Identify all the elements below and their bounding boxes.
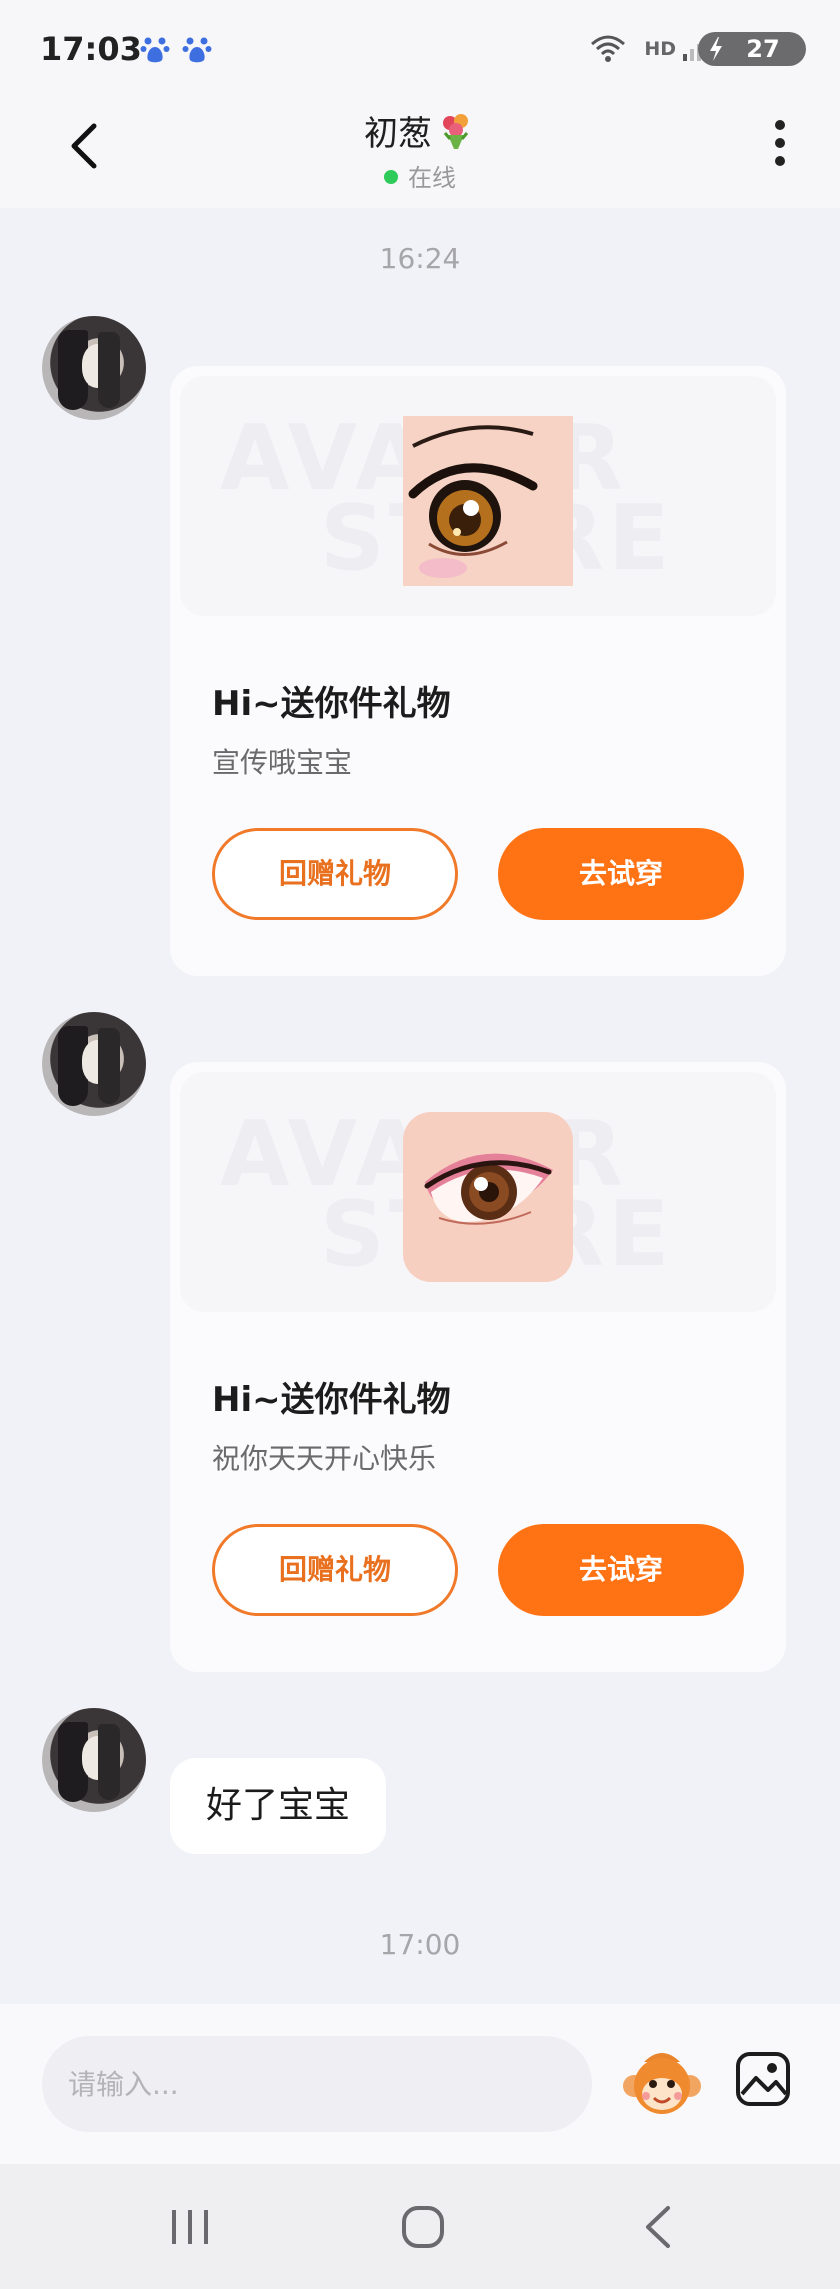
baidu-paw-icon	[182, 37, 212, 63]
recent-apps-icon[interactable]	[168, 2204, 212, 2248]
gift-message: 祝你天天开心快乐	[212, 1442, 437, 1475]
return-gift-button[interactable]: 回赠礼物	[212, 828, 458, 920]
anime-eye-gift-image	[403, 416, 573, 586]
monkey-sticker-icon[interactable]	[622, 2048, 702, 2120]
sender-avatar[interactable]	[42, 1012, 146, 1116]
status-icons: HD 27	[546, 30, 806, 70]
baidu-paw-icon	[140, 37, 170, 63]
try-on-button[interactable]: 去试穿	[498, 828, 744, 920]
network-label: HD	[644, 38, 676, 60]
more-options-icon[interactable]	[768, 120, 792, 176]
gift-preview: AVATAR STORE	[180, 376, 776, 616]
online-status: 在线	[0, 158, 840, 193]
pink-eyeshadow-gift-image	[403, 1112, 573, 1282]
gift-card[interactable]: AVATAR STORE Hi~送你件礼物 宣传哦宝宝 回赠礼物 去试穿	[170, 366, 786, 976]
gift-preview: AVATAR STORE	[180, 1072, 776, 1312]
gift-card[interactable]: AVATAR STORE Hi~送你件礼物 祝你天天开心快乐 回赠礼物 去试穿	[170, 1062, 786, 1672]
gift-message: 宣传哦宝宝	[212, 746, 353, 779]
message-input[interactable]	[42, 2036, 592, 2132]
sender-avatar[interactable]	[42, 316, 146, 420]
try-on-button[interactable]: 去试穿	[498, 1524, 744, 1616]
flower-bouquet-icon	[443, 113, 469, 149]
online-status-text: 在线	[408, 164, 456, 192]
timestamp: 17:00	[379, 1928, 461, 1961]
system-nav-bar	[0, 2164, 840, 2289]
input-bar	[0, 2004, 840, 2164]
home-icon[interactable]	[400, 2204, 446, 2250]
return-gift-button[interactable]: 回赠礼物	[212, 1524, 458, 1616]
status-time: 17:03	[40, 30, 142, 68]
text-message-bubble[interactable]: 好了宝宝	[170, 1758, 387, 1854]
battery-level: 27	[746, 35, 780, 63]
gift-title: Hi~送你件礼物	[212, 684, 451, 724]
nav-back-icon[interactable]	[640, 2204, 676, 2250]
battery-charging-icon	[710, 37, 722, 61]
timestamp: 16:24	[379, 242, 461, 275]
wifi-icon	[591, 35, 625, 62]
battery-indicator: 27	[698, 32, 806, 66]
image-picker-icon[interactable]	[734, 2050, 792, 2108]
chat-area[interactable]: 16:24 AVATAR STORE Hi~送你件礼物 宣传哦宝宝 回赠礼物 去	[0, 208, 840, 2004]
contact-name-row: 初葱	[0, 106, 840, 155]
gift-title: Hi~送你件礼物	[212, 1380, 451, 1420]
online-dot-icon	[384, 170, 398, 184]
sender-avatar[interactable]	[42, 1708, 146, 1812]
chat-header: 初葱 在线	[0, 92, 840, 208]
status-bar: 17:03 HD 27	[0, 0, 840, 92]
contact-name: 初葱	[364, 114, 432, 154]
